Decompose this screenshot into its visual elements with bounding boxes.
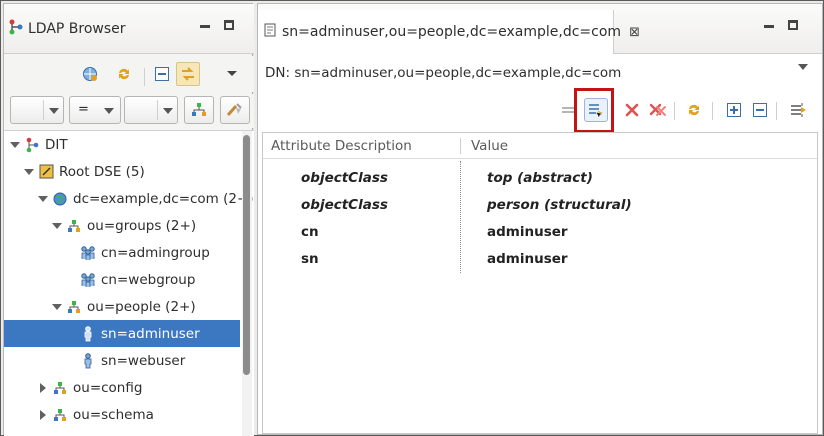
tree-item-dit[interactable]: DIT — [4, 131, 240, 158]
link-with-editor-icon[interactable] — [176, 62, 200, 86]
quick-search-bar: = — [4, 94, 254, 128]
expand-arrow-icon[interactable] — [52, 302, 62, 312]
org-unit-icon — [52, 407, 68, 423]
chevron-down-icon — [104, 108, 114, 114]
value-combo[interactable] — [124, 96, 178, 124]
view-menu-icon[interactable] — [222, 64, 242, 84]
attribute-table: Attribute Description Value objectClass … — [262, 132, 818, 434]
refresh-icon[interactable] — [114, 64, 134, 84]
tree-item-sn-adminuser[interactable]: sn=adminuser — [4, 320, 240, 347]
expand-all-icon[interactable] — [724, 100, 744, 120]
dn-header: DN: sn=adminuser,ou=people,dc=example,dc… — [258, 56, 822, 90]
delete-icon[interactable] — [622, 100, 642, 120]
ldap-browser-tab[interactable]: LDAP Browser — [4, 4, 254, 54]
maximize-icon[interactable] — [788, 20, 798, 30]
editor-tab-bar: sn=adminuser,ou=people,dc=example,dc=com… — [258, 4, 822, 54]
person-icon — [80, 352, 96, 369]
editor-toolbar — [258, 92, 822, 130]
tree-item-cn-admingroup[interactable]: cn=admingroup — [4, 239, 240, 266]
entry-editor: sn=adminuser,ou=people,dc=example,dc=com… — [257, 3, 823, 435]
collapse-arrow-icon[interactable] — [38, 382, 48, 393]
group-icon — [80, 245, 96, 261]
globe-icon — [52, 191, 68, 207]
collapse-all-icon[interactable] — [750, 100, 770, 120]
delete-all-icon[interactable] — [648, 100, 668, 120]
dit-tree: DIT Root DSE (5) dc=example,dc=com (2+) — [4, 130, 254, 436]
table-header: Attribute Description Value — [263, 133, 817, 159]
run-quick-search-button[interactable] — [184, 96, 214, 124]
expand-arrow-icon[interactable] — [38, 194, 48, 204]
dn-label: DN: sn=adminuser,ou=people,dc=example,dc… — [265, 65, 622, 81]
application-window: LDAP Browser = DIT Root DSE (5) dc=examp… — [0, 0, 824, 436]
scrollbar-thumb[interactable] — [243, 135, 250, 375]
expand-arrow-icon[interactable] — [52, 221, 62, 231]
operator-value: = — [78, 102, 89, 117]
close-icon[interactable]: ⊠ — [629, 25, 640, 40]
expand-arrow-icon[interactable] — [10, 140, 20, 150]
clear-quick-search-button[interactable] — [220, 96, 250, 124]
tree-item-cn-webgroup[interactable]: cn=webgroup — [4, 266, 240, 293]
table-row[interactable]: cn adminuser — [263, 219, 817, 246]
clear-filter-icon — [226, 103, 242, 116]
minimize-icon[interactable] — [764, 25, 774, 28]
chevron-down-icon — [163, 108, 173, 114]
table-row[interactable]: objectClass top (abstract) — [263, 165, 817, 192]
entry-editor-tab[interactable]: sn=adminuser,ou=people,dc=example,dc=com… — [258, 10, 640, 54]
highlight-box — [574, 88, 614, 133]
attribute-combo[interactable] — [10, 96, 64, 124]
tree-item-ou-schema[interactable]: ou=schema — [4, 401, 240, 428]
dit-icon — [24, 137, 40, 153]
minimize-icon[interactable] — [200, 25, 210, 28]
collapse-arrow-icon[interactable] — [38, 409, 48, 420]
browser-toolbar — [4, 56, 254, 92]
table-row[interactable]: sn adminuser — [263, 246, 817, 273]
column-header-value[interactable]: Value — [471, 138, 508, 154]
org-unit-icon — [66, 218, 82, 234]
search-tree-icon — [192, 103, 206, 116]
operator-combo[interactable]: = — [69, 96, 121, 124]
org-unit-icon — [52, 380, 68, 396]
chevron-down-icon — [49, 108, 59, 114]
tree-item-ou-config[interactable]: ou=config — [4, 374, 240, 401]
org-unit-icon — [66, 299, 82, 315]
person-icon — [80, 325, 96, 342]
refresh-icon[interactable] — [684, 100, 704, 120]
table-row[interactable]: objectClass person (structural) — [263, 192, 817, 219]
collapse-all-icon[interactable] — [152, 64, 172, 84]
tree-item-dc-example[interactable]: dc=example,dc=com (2+) — [4, 185, 254, 212]
maximize-icon[interactable] — [224, 20, 234, 30]
open-connection-icon[interactable] — [80, 64, 100, 84]
tree-scrollbar[interactable] — [242, 131, 252, 436]
open-menu-icon[interactable] — [788, 100, 808, 120]
tree-item-sn-webuser[interactable]: sn=webuser — [4, 347, 240, 374]
root-dse-icon — [38, 164, 54, 180]
expand-arrow-icon[interactable] — [24, 167, 34, 177]
entry-editor-icon — [264, 23, 276, 41]
tree-item-root-dse[interactable]: Root DSE (5) — [4, 158, 240, 185]
column-header-attribute[interactable]: Attribute Description — [271, 138, 412, 154]
ldap-browser-view: LDAP Browser = DIT Root DSE (5) dc=examp… — [3, 3, 254, 436]
chevron-down-icon[interactable] — [798, 64, 808, 70]
ldap-browser-title: LDAP Browser — [28, 21, 126, 37]
group-icon — [80, 272, 96, 288]
tree-item-ou-people[interactable]: ou=people (2+) — [4, 293, 240, 320]
tree-item-ou-groups[interactable]: ou=groups (2+) — [4, 212, 240, 239]
editor-tab-title: sn=adminuser,ou=people,dc=example,dc=com — [282, 24, 622, 40]
ldap-browser-icon — [8, 18, 24, 40]
